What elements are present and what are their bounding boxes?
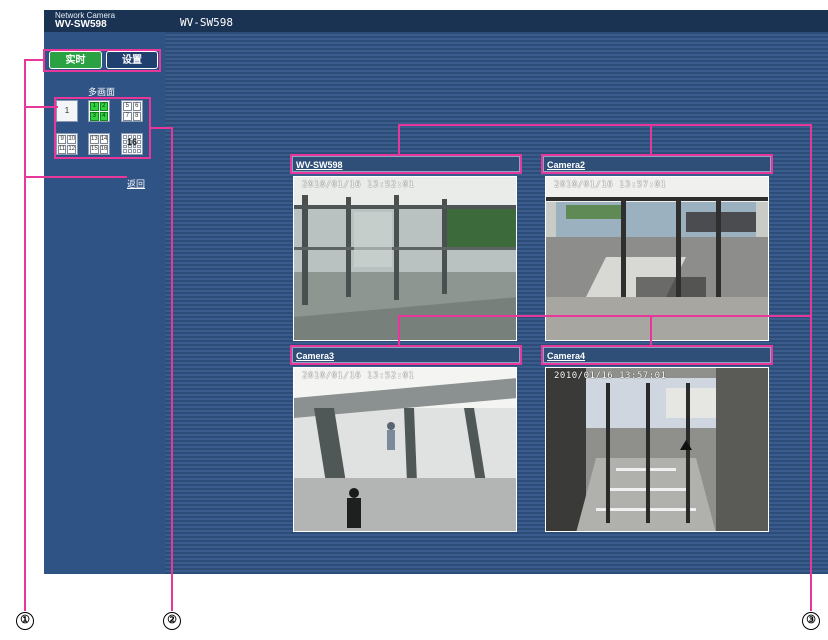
camera-image-3 bbox=[294, 368, 516, 531]
camera-feed-4[interactable]: 2010/01/16 13:57:01 bbox=[545, 367, 769, 532]
brand-model: WV-SW598 bbox=[55, 19, 107, 30]
callout-3: ③ bbox=[802, 612, 820, 630]
callout-2: ② bbox=[163, 612, 181, 630]
page-title: WV-SW598 bbox=[180, 16, 233, 29]
back-link[interactable]: 返回 bbox=[127, 177, 145, 190]
camera-timestamp-3: 2010/01/16 13:52:01 bbox=[302, 371, 415, 381]
camera-timestamp-2: 2010/01/16 13:57:01 bbox=[554, 180, 667, 190]
camera-image-4 bbox=[546, 368, 768, 531]
camera-timestamp-1: 2010/01/16 13:52:01 bbox=[302, 180, 415, 190]
callout-1: ① bbox=[16, 612, 34, 630]
camera-feed-3[interactable]: 2010/01/16 13:52:01 bbox=[293, 367, 517, 532]
title-bar bbox=[44, 10, 828, 32]
camera-timestamp-4: 2010/01/16 13:57:01 bbox=[554, 371, 667, 381]
